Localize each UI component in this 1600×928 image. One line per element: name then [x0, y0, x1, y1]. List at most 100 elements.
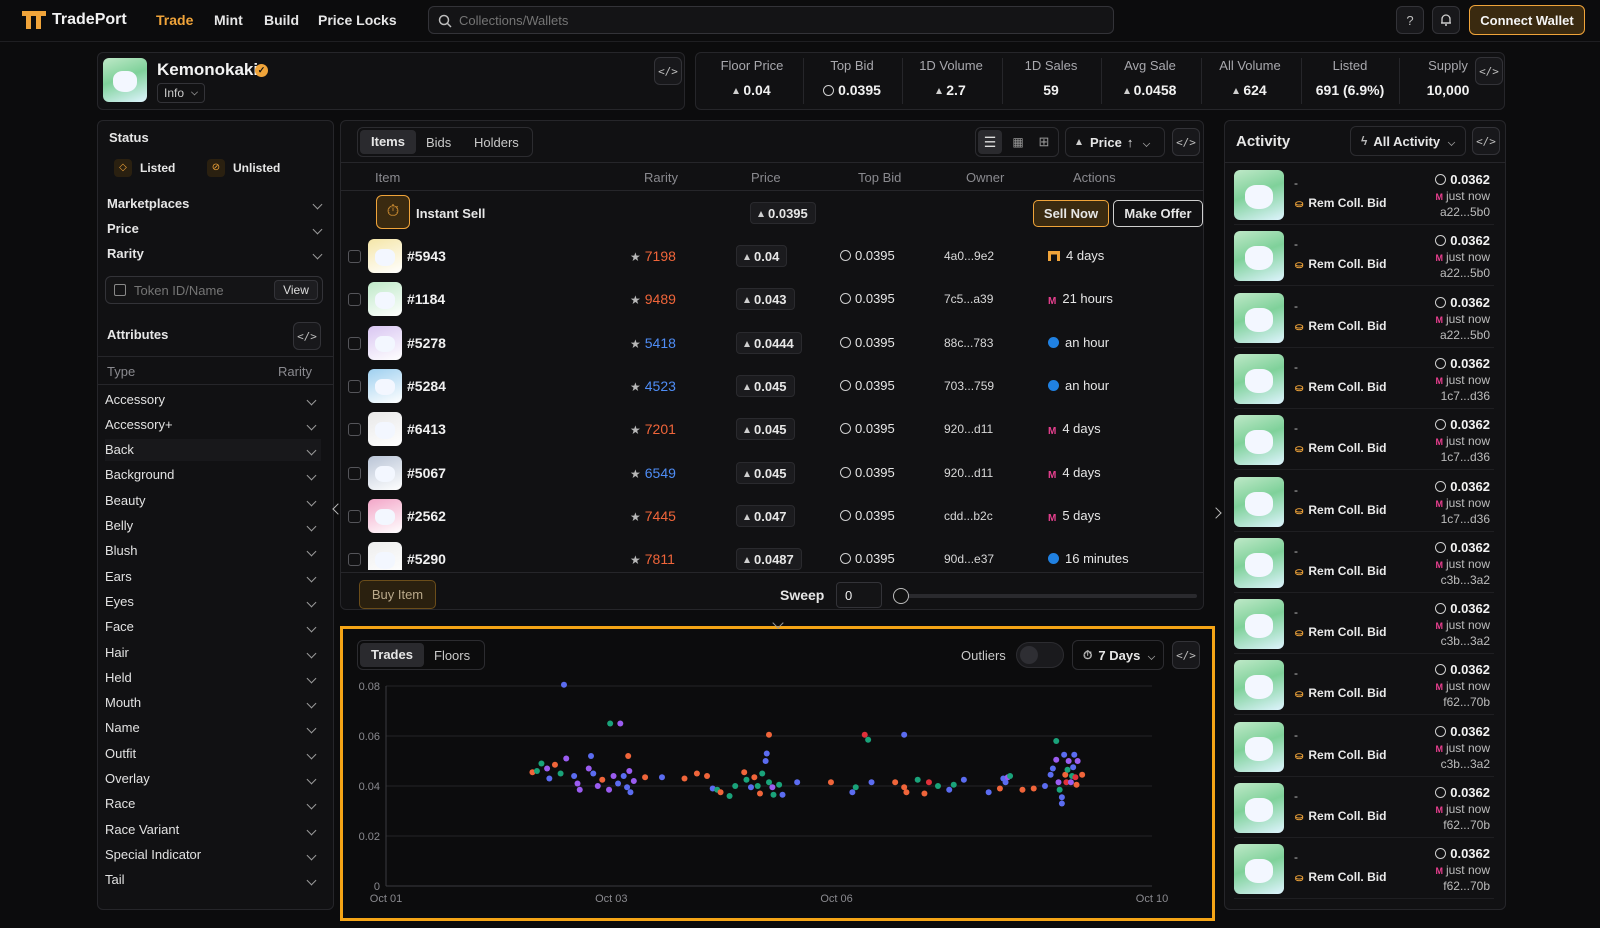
price-filter[interactable]: Price — [107, 221, 321, 236]
listed-filter[interactable]: ◇ Listed — [114, 159, 175, 177]
activity-address[interactable]: 1c7...d36 — [1441, 450, 1490, 464]
attribute-accessory[interactable]: Accessory — [105, 388, 321, 410]
trade-point[interactable] — [852, 784, 859, 791]
grid-small-icon[interactable]: ▦ — [1006, 130, 1030, 154]
trade-point[interactable] — [1058, 800, 1065, 807]
activity-item[interactable]: - Rem Coll. Bid 0.0362 just now 1c7...d36 — [1234, 471, 1494, 532]
activity-item[interactable]: - Rem Coll. Bid 0.0362 just now c3b...3a2 — [1234, 716, 1494, 777]
table-row[interactable]: #5290 ★ 7811 0.0487 0.0395 90d...e37 16 minute… — [346, 538, 1182, 573]
trade-point[interactable] — [617, 720, 624, 727]
row-checkbox[interactable] — [348, 250, 361, 263]
attribute-ears[interactable]: Ears — [105, 565, 321, 587]
search-input[interactable] — [459, 11, 1099, 29]
make-offer-button[interactable]: Make Offer — [1113, 200, 1203, 227]
help-button[interactable]: ? — [1396, 6, 1424, 34]
trade-point[interactable] — [627, 789, 634, 796]
row-checkbox[interactable] — [348, 379, 361, 393]
trade-point[interactable] — [607, 720, 614, 727]
activity-address[interactable]: a22...5b0 — [1440, 328, 1490, 342]
tab-floors[interactable]: Floors — [434, 648, 470, 663]
collapse-right-icon[interactable] — [1210, 507, 1222, 519]
attribute-blush[interactable]: Blush — [105, 540, 321, 562]
trade-point[interactable] — [754, 783, 761, 789]
trade-point[interactable] — [726, 793, 733, 799]
table-row[interactable]: #5943 ★ 7198 0.04 0.0395 4a0...9e2 4 days — [346, 235, 1182, 277]
trade-point[interactable] — [624, 784, 631, 791]
trade-point[interactable] — [756, 790, 763, 797]
trade-point[interactable] — [693, 770, 700, 777]
trade-point[interactable] — [630, 778, 637, 784]
trade-point[interactable] — [658, 774, 665, 781]
attribute-held[interactable]: Held — [105, 666, 321, 688]
trade-point[interactable] — [594, 783, 601, 789]
activity-address[interactable]: a22...5b0 — [1440, 266, 1490, 280]
trade-point[interactable] — [950, 781, 957, 788]
trade-point[interactable] — [759, 770, 766, 777]
item-owner[interactable]: 920...d11 — [944, 466, 993, 480]
trade-point[interactable] — [934, 783, 941, 789]
trade-point[interactable] — [1049, 765, 1056, 772]
activity-address[interactable]: 1c7...d36 — [1441, 389, 1490, 403]
trade-point[interactable] — [1071, 751, 1078, 758]
attribute-background[interactable]: Background — [105, 464, 321, 486]
trade-point[interactable] — [1055, 779, 1062, 786]
trade-point[interactable] — [1074, 758, 1081, 764]
trade-point[interactable] — [1079, 771, 1086, 778]
outliers-toggle[interactable] — [1016, 642, 1064, 668]
nav-price-locks[interactable]: Price Locks — [318, 12, 397, 28]
activity-filter-dropdown[interactable]: ϟ All Activity — [1350, 126, 1466, 156]
attribute-accessory-[interactable]: Accessory+ — [105, 413, 321, 435]
attribute-back[interactable]: Back — [105, 438, 321, 461]
tab-trades[interactable]: Trades — [360, 643, 424, 667]
trade-point[interactable] — [681, 775, 688, 782]
trade-point[interactable] — [642, 774, 649, 781]
activity-address[interactable]: a22...5b0 — [1440, 205, 1490, 219]
trade-point[interactable] — [901, 731, 908, 738]
trade-point[interactable] — [762, 758, 769, 764]
trade-point[interactable] — [626, 768, 633, 774]
trade-point[interactable] — [868, 779, 875, 786]
item-owner[interactable]: 88c...783 — [944, 336, 993, 350]
attribute-belly[interactable]: Belly — [105, 515, 321, 537]
trade-point[interactable] — [903, 789, 910, 796]
item-owner[interactable]: 90d...e37 — [944, 552, 994, 566]
list-view-icon[interactable]: ☰ — [978, 130, 1002, 154]
row-checkbox[interactable] — [348, 423, 361, 437]
trade-point[interactable] — [1030, 785, 1037, 792]
trade-point[interactable] — [599, 776, 606, 783]
trade-point[interactable] — [946, 786, 953, 793]
trade-point[interactable] — [763, 750, 770, 757]
trade-point[interactable] — [751, 774, 758, 781]
row-checkbox[interactable] — [348, 293, 361, 307]
trade-point[interactable] — [571, 773, 578, 779]
tab-bids[interactable]: Bids — [426, 135, 451, 150]
attribute-eyes[interactable]: Eyes — [105, 590, 321, 612]
trade-point[interactable] — [766, 779, 772, 786]
trade-point[interactable] — [1073, 781, 1080, 788]
attribute-tail[interactable]: Tail — [105, 869, 321, 891]
trade-point[interactable] — [861, 731, 868, 738]
attribute-race-variant[interactable]: Race Variant — [105, 818, 321, 840]
activity-item[interactable]: - Rem Coll. Bid 0.0362 just now c3b...3a2 — [1234, 532, 1494, 593]
trade-point[interactable] — [1070, 764, 1077, 771]
grid-large-icon[interactable]: ⊞ — [1032, 130, 1056, 154]
range-dropdown[interactable]: ⏱ 7 Days — [1072, 640, 1164, 670]
trade-point[interactable] — [921, 790, 928, 797]
table-row[interactable]: #5067 ★ 6549 0.045 0.0395 920...d11 M 4 days — [346, 452, 1182, 494]
trade-point[interactable] — [546, 775, 553, 782]
trade-point[interactable] — [588, 753, 595, 759]
connect-wallet-button[interactable]: Connect Wallet — [1469, 5, 1585, 35]
trade-point[interactable] — [1053, 756, 1060, 763]
item-owner[interactable]: 920...d11 — [944, 422, 993, 436]
trade-point[interactable] — [615, 780, 622, 787]
trade-point[interactable] — [538, 760, 545, 767]
trade-point[interactable] — [741, 769, 748, 776]
trade-point[interactable] — [996, 785, 1003, 792]
trade-point[interactable] — [1058, 794, 1065, 801]
tab-items[interactable]: Items — [360, 130, 416, 154]
trade-point[interactable] — [1019, 786, 1026, 793]
activity-address[interactable]: f62...70b — [1443, 818, 1490, 832]
row-checkbox[interactable] — [348, 466, 361, 480]
notifications-button[interactable] — [1432, 6, 1460, 34]
view-button[interactable]: View — [274, 280, 318, 300]
